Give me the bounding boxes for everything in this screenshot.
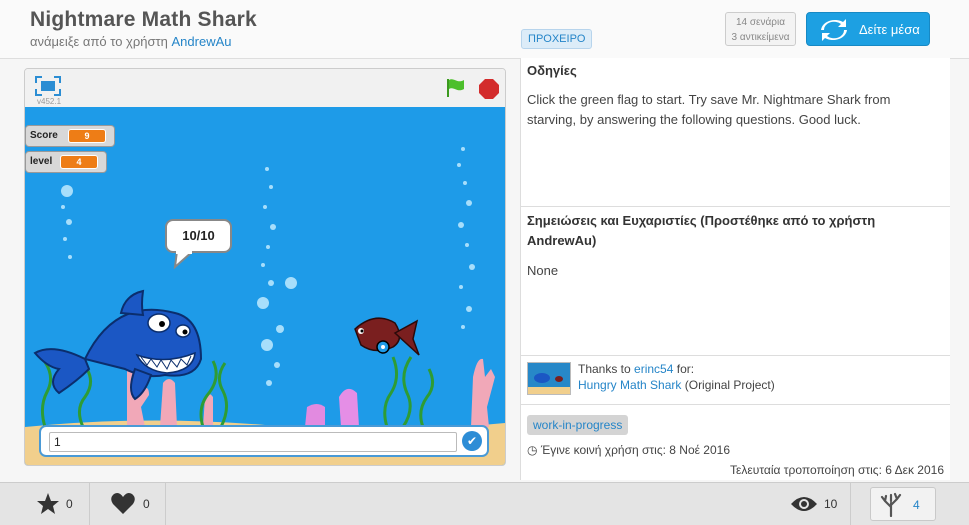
- scripts-count: 14 σενάρια: [735, 17, 785, 28]
- credit-thanks: Thanks to erinc54 for:: [578, 362, 694, 376]
- notes-text: None: [527, 263, 559, 278]
- remix-count: 4: [913, 498, 920, 512]
- project-header: Nightmare Math Shark ανάμειξε από το χρή…: [0, 0, 969, 59]
- remix-tree-button[interactable]: 4: [870, 487, 936, 521]
- player-version: v452.1: [37, 97, 62, 106]
- instructions-text: Click the green flag to start. Try save …: [527, 92, 891, 127]
- player-controls: v452.1: [25, 69, 505, 107]
- credits-section: Thanks to erinc54 for: Hungry Math Shark…: [521, 356, 950, 405]
- thumbnail-image: [528, 363, 570, 394]
- monitor-level-label: level: [30, 156, 53, 167]
- favorite-button[interactable]: 0: [24, 483, 90, 525]
- eye-icon: [791, 497, 817, 511]
- heart-icon: [111, 493, 135, 514]
- love-button[interactable]: 0: [90, 483, 166, 525]
- shared-date: ◷ Έγινε κοινή χρήση στις: 8 Νοέ 2016: [527, 443, 730, 457]
- favorites-count: 0: [66, 497, 73, 511]
- instructions-heading: Οδηγίες: [527, 63, 577, 78]
- project-player: v452.1 Score 9 level 4 10/10 1 ✔: [24, 68, 506, 466]
- credit-for-label: for:: [676, 362, 695, 376]
- monitor-score-value: 9: [68, 129, 106, 143]
- original-project-suffix: (Original Project): [684, 378, 775, 392]
- views-stat: 10: [780, 483, 851, 525]
- speech-bubble: 10/10: [165, 219, 232, 253]
- meta-section: work-in-progress ◷ Έγινε κοινή χρήση στι…: [521, 405, 950, 480]
- author-link[interactable]: AndrewAu: [172, 34, 232, 49]
- remix-tree-icon: [880, 492, 902, 517]
- tag-work-in-progress[interactable]: work-in-progress: [527, 415, 629, 435]
- modified-date: Τελευταία τροποποίηση στις: 6 Δεκ 2016: [730, 463, 944, 477]
- green-flag-icon[interactable]: [445, 78, 467, 98]
- project-page: Nightmare Math Shark ανάμειξε από το χρή…: [0, 0, 969, 525]
- see-inside-button[interactable]: Δείτε μέσα: [806, 12, 930, 46]
- stop-icon[interactable]: [478, 78, 500, 100]
- credit-project: Hungry Math Shark (Original Project): [578, 378, 775, 392]
- views-count: 10: [824, 497, 838, 511]
- project-title: Nightmare Math Shark: [30, 8, 257, 31]
- loves-count: 0: [143, 497, 150, 511]
- stage[interactable]: Score 9 level 4 10/10 ✔: [25, 107, 505, 465]
- notes-heading: Σημειώσεις και Ευχαριστίες (Προστέθηκε α…: [527, 213, 876, 248]
- remix-attribution: ανάμειξε από το χρήστη AndrewAu: [30, 34, 232, 49]
- credit-user-link[interactable]: erinc54: [634, 362, 673, 376]
- fullscreen-icon[interactable]: [35, 76, 61, 96]
- monitor-score-label: Score: [30, 130, 58, 141]
- speech-bubble-tail: [173, 251, 195, 269]
- see-inside-icon: [821, 19, 847, 41]
- notes-section: Σημειώσεις και Ευχαριστίες (Προστέθηκε α…: [521, 207, 950, 356]
- clock-icon: ◷: [527, 443, 538, 457]
- credit-thanks-prefix: Thanks to: [578, 362, 631, 376]
- draft-badge: ΠΡΟΧΕΙΡΟ: [521, 29, 593, 49]
- monitor-score: Score 9: [25, 125, 115, 147]
- sprites-count: 3 αντικείμενα: [731, 32, 790, 43]
- project-info-panel: Οδηγίες Click the green flag to start. T…: [520, 58, 950, 480]
- project-footer: 0 0 10 4: [0, 482, 969, 525]
- remix-attribution-text: ανάμειξε από το χρήστη: [30, 34, 168, 49]
- instructions-section: Οδηγίες Click the green flag to start. T…: [521, 58, 950, 207]
- star-icon: [37, 493, 59, 514]
- original-project-thumbnail[interactable]: [527, 362, 571, 395]
- answer-input[interactable]: [49, 432, 457, 452]
- answer-submit-check-icon[interactable]: ✔: [462, 431, 482, 451]
- project-stats: 14 σενάρια 3 αντικείμενα: [725, 12, 796, 46]
- original-project-link[interactable]: Hungry Math Shark: [578, 378, 681, 392]
- monitor-level: level 4: [25, 151, 107, 173]
- shared-date-text: Έγινε κοινή χρήση στις: 8 Νοέ 2016: [540, 443, 730, 457]
- ask-answer-bar: ✔: [39, 425, 489, 457]
- monitor-level-value: 4: [60, 155, 98, 169]
- see-inside-label: Δείτε μέσα: [859, 22, 920, 37]
